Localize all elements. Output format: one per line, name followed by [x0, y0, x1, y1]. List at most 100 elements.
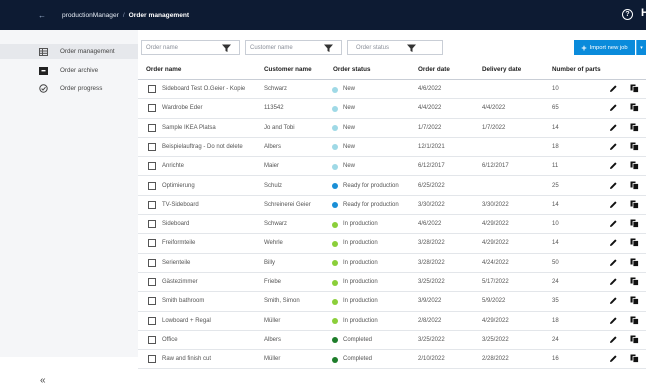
row-checkbox[interactable] [148, 278, 156, 286]
breadcrumb-app[interactable]: productionManager [62, 12, 119, 19]
table-row[interactable]: Gästezimmer Friebe In production 3/25/2022 5… [138, 273, 646, 293]
order-name-cell[interactable]: Office [162, 337, 178, 343]
row-checkbox[interactable] [148, 297, 156, 306]
order-name-cell[interactable]: Raw and finish cut [162, 356, 211, 362]
edit-icon[interactable] [609, 277, 618, 286]
duplicate-icon[interactable] [630, 335, 639, 344]
duplicate-icon[interactable] [630, 316, 639, 325]
order-name-cell[interactable]: Sample IKEA Platsa [162, 125, 216, 131]
table-row[interactable]: Anrichte Maier New 6/12/2017 6/12/2017 11 [138, 157, 646, 177]
row-checkbox[interactable] [148, 104, 156, 113]
order-name-cell[interactable]: Wardrobe Eder [162, 105, 202, 111]
table-row[interactable]: Beispielauftrag - Do not delete Albers New… [138, 138, 646, 158]
sidebar-item-order-management[interactable]: Order management [0, 44, 138, 59]
collapse-sidebar-icon[interactable]: « [40, 375, 46, 386]
avatar[interactable]: H [641, 7, 646, 19]
row-checkbox[interactable] [148, 85, 156, 93]
row-checkbox[interactable] [148, 355, 156, 364]
order-status-filter[interactable]: Order status [347, 40, 443, 55]
duplicate-icon[interactable] [630, 296, 639, 306]
order-name-cell[interactable]: Beispielauftrag - Do not delete [162, 144, 243, 150]
duplicate-icon[interactable] [630, 200, 639, 209]
edit-icon[interactable] [609, 335, 618, 344]
edit-icon[interactable] [609, 316, 618, 325]
edit-icon[interactable] [609, 181, 618, 190]
edit-icon[interactable] [609, 219, 618, 228]
import-dropdown-button[interactable]: ▾ [636, 40, 646, 55]
table-row[interactable]: Lowboard + Regal Müller In production 2/8/2… [138, 312, 646, 331]
order-name-cell[interactable]: Smith bathroom [162, 298, 204, 304]
table-row[interactable]: Wardrobe Eder 113542 New 4/4/2022 4/4/2022 65 [138, 99, 646, 119]
edit-icon[interactable] [609, 103, 618, 112]
table-row[interactable]: Sample IKEA Platsa Jo and Tobi New 1/7/2022… [138, 119, 646, 138]
column-header-number-of-parts[interactable]: Number of parts [552, 66, 601, 73]
edit-icon[interactable] [609, 354, 618, 363]
order-name-cell[interactable]: Freiformteile [162, 240, 195, 246]
table-row[interactable]: Sideboard Schwarz In production 4/6/2022 4/2… [138, 215, 646, 235]
column-header-order-status[interactable]: Order status [333, 66, 370, 73]
column-header-order-date[interactable]: Order date [418, 66, 450, 73]
row-checkbox[interactable] [148, 181, 156, 190]
order-name-cell[interactable]: Anrichte [162, 163, 184, 169]
column-header-customer-name[interactable]: Customer name [264, 66, 312, 73]
table-row[interactable]: Serienteile Billy In production 3/28/2022 4/… [138, 254, 646, 273]
edit-icon[interactable] [609, 200, 618, 209]
edit-icon[interactable] [609, 258, 618, 267]
order-name-cell[interactable]: Optimierung [162, 183, 195, 189]
table-row[interactable]: Optimierung Schulz Ready for production 6/2… [138, 177, 646, 196]
order-name-cell[interactable]: Serienteile [162, 260, 190, 266]
duplicate-icon[interactable] [630, 354, 639, 364]
customer-name-filter[interactable]: Customer name [245, 40, 342, 55]
table-row[interactable]: TV-Sideboard Schreinerei Geier Ready for p… [138, 196, 646, 216]
order-name-cell[interactable]: Lowboard + Regal [162, 318, 211, 324]
row-checkbox[interactable] [148, 335, 156, 344]
edit-icon[interactable] [609, 123, 618, 132]
edit-icon[interactable] [609, 238, 618, 247]
edit-icon[interactable] [609, 296, 618, 305]
number-of-parts-cell: 24 [552, 336, 559, 343]
row-checkbox[interactable] [148, 142, 156, 151]
edit-icon[interactable] [609, 161, 618, 170]
table-row[interactable]: Sideboard Test O.Geier - Kopie Schwarz New… [138, 80, 646, 100]
column-header-order-name[interactable]: Order name [146, 66, 181, 73]
duplicate-icon[interactable] [630, 161, 639, 171]
number-of-parts-cell: 50 [552, 259, 559, 266]
duplicate-icon[interactable] [630, 123, 639, 132]
duplicate-icon[interactable] [630, 103, 639, 113]
row-checkbox[interactable] [148, 239, 156, 248]
duplicate-icon[interactable] [630, 181, 639, 190]
order-name-cell[interactable]: Sideboard Test O.Geier - Kopie [162, 86, 245, 92]
row-checkbox[interactable] [148, 200, 156, 209]
number-of-parts-cell: 18 [552, 143, 559, 150]
row-checkbox[interactable] [148, 162, 156, 171]
delivery-date-cell: 6/12/2017 [482, 163, 509, 170]
row-checkbox[interactable] [148, 220, 156, 229]
order-date-cell: 3/28/2022 [418, 259, 445, 266]
edit-icon[interactable] [609, 84, 618, 93]
row-checkbox[interactable] [148, 258, 156, 267]
sidebar-item-order-progress[interactable]: Order progress [0, 81, 138, 96]
edit-icon[interactable] [609, 142, 618, 151]
status-dot [332, 221, 338, 228]
row-checkbox[interactable] [148, 123, 156, 132]
import-new-job-button[interactable]: + Import new job [574, 40, 635, 55]
table-row[interactable]: Freiformteile Wehrle In production 3/28/202… [138, 234, 646, 254]
order-name-filter[interactable]: Order name [141, 40, 240, 55]
table-row[interactable]: Office Albers Completed 3/25/2022 3/25/2022 2… [138, 331, 646, 351]
table-row[interactable]: Raw and finish cut Müller Completed 2/10/20… [138, 350, 646, 370]
order-name-cell[interactable]: TV-Sideboard [162, 202, 199, 208]
duplicate-icon[interactable] [630, 219, 639, 228]
duplicate-icon[interactable] [630, 84, 639, 93]
help-icon[interactable]: ? [622, 9, 633, 20]
row-checkbox[interactable] [148, 316, 156, 325]
sidebar-item-order-archive[interactable]: Order archive [0, 63, 138, 78]
duplicate-icon[interactable] [630, 258, 639, 267]
order-name-cell[interactable]: Gästezimmer [162, 279, 198, 285]
order-name-cell[interactable]: Sideboard [162, 221, 189, 227]
back-arrow-icon[interactable]: ← [38, 11, 54, 20]
table-row[interactable]: Smith bathroom Smith, Simon In production 3… [138, 292, 646, 312]
column-header-delivery-date[interactable]: Delivery date [482, 66, 521, 73]
duplicate-icon[interactable] [630, 238, 639, 248]
duplicate-icon[interactable] [630, 142, 639, 151]
duplicate-icon[interactable] [630, 277, 639, 286]
